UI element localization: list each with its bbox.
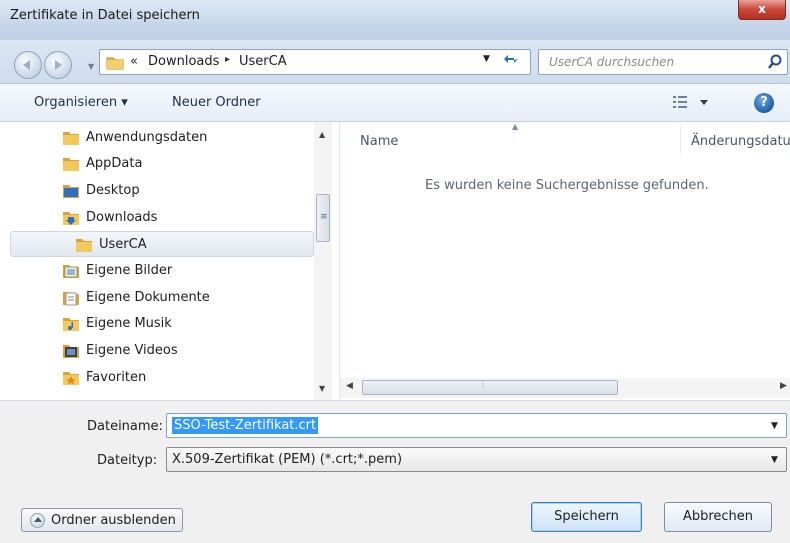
nav-item-eigene-musik[interactable]: Eigene Musik: [0, 311, 314, 337]
folder-icon: [63, 132, 79, 145]
refresh-icon: [504, 55, 518, 63]
folder-icon: [76, 239, 92, 252]
hide-folders-button[interactable]: Ordner ausblenden: [21, 508, 183, 532]
navigation-pane: Anwendungsdaten AppData Desktop Download…: [0, 122, 340, 400]
save-button[interactable]: Speichern: [531, 502, 642, 532]
forward-button[interactable]: [44, 51, 72, 79]
command-bar: Organisieren ▾ Neuer Ordner ?: [0, 84, 790, 122]
hide-folders-label: Ordner ausblenden: [51, 513, 176, 528]
nav-item-label: Eigene Videos: [86, 343, 178, 358]
scroll-left-icon[interactable]: ◀: [346, 381, 353, 391]
filetype-label: Dateityp:: [97, 453, 158, 468]
breadcrumb-overflow[interactable]: «: [130, 54, 138, 69]
breadcrumb-downloads[interactable]: Downloads: [148, 54, 219, 69]
nav-item-eigene-bilder[interactable]: Eigene Bilder: [0, 258, 314, 284]
folder-icon: [106, 57, 124, 70]
search-input[interactable]: [539, 50, 759, 74]
videos-folder-icon: [63, 345, 79, 358]
scroll-down-icon[interactable]: ▼: [319, 384, 325, 393]
back-button[interactable]: [14, 51, 42, 79]
nav-item-appdata[interactable]: AppData: [0, 151, 314, 177]
refresh-button[interactable]: [499, 51, 523, 73]
nav-item-eigene-dokumente[interactable]: Eigene Dokumente: [0, 285, 314, 311]
organize-menu[interactable]: Organisieren ▾: [34, 95, 128, 110]
nav-item-eigene-videos[interactable]: Eigene Videos: [0, 338, 314, 364]
view-list-icon: [673, 96, 708, 108]
scroll-thumb[interactable]: ≡: [316, 194, 330, 242]
nav-item-label: Favoriten: [86, 370, 147, 385]
title-bar: Zertifikate in Datei speichern x: [0, 0, 790, 40]
documents-folder-icon: [63, 292, 79, 306]
nav-item-favoriten[interactable]: Favoriten: [0, 365, 314, 391]
window-title: Zertifikate in Datei speichern: [10, 8, 200, 23]
collapse-up-icon: [30, 513, 45, 528]
nav-item-desktop[interactable]: Desktop: [0, 178, 314, 204]
nav-item-label: UserCA: [99, 237, 147, 252]
filename-value[interactable]: SSO-Test-Zertifikat.crt: [172, 417, 319, 434]
breadcrumb-userca[interactable]: UserCA: [239, 54, 287, 69]
grip-icon: ≡: [320, 212, 328, 222]
folder-icon: [63, 158, 79, 171]
view-options-button[interactable]: [672, 94, 716, 112]
address-dropdown-icon[interactable]: ▼: [483, 54, 490, 64]
downloads-folder-icon: [63, 212, 79, 225]
nav-item-userca[interactable]: UserCA: [10, 231, 314, 257]
column-header-name[interactable]: Name: [360, 134, 398, 149]
file-horizontal-scrollbar[interactable]: ◀ ⦙ ▶: [340, 378, 790, 398]
nav-item-downloads[interactable]: Downloads: [0, 205, 314, 231]
filetype-dropdown-icon[interactable]: ▼: [771, 455, 778, 465]
search-box: [538, 49, 788, 75]
column-divider[interactable]: [680, 126, 681, 154]
column-header-date[interactable]: Änderungsdatu: [691, 134, 790, 149]
nav-item-label: AppData: [86, 156, 143, 171]
address-bar[interactable]: « Downloads ▸ UserCA ▼: [99, 49, 531, 75]
nav-item-label: Eigene Bilder: [86, 263, 173, 278]
nav-item-label: Eigene Dokumente: [86, 290, 210, 305]
nav-item-label: Downloads: [86, 210, 158, 225]
desktop-folder-icon: [63, 185, 79, 198]
history-chevron-icon[interactable]: ▼: [88, 62, 94, 71]
nav-item-label: Desktop: [86, 183, 140, 198]
file-list[interactable]: Name ▲ Änderungsdatu Es wurden keine Suc…: [340, 122, 790, 378]
music-folder-icon: [63, 318, 79, 331]
empty-message: Es wurden keine Suchergebnisse gefunden.: [425, 178, 709, 193]
filename-dropdown-icon[interactable]: ▼: [771, 421, 778, 431]
nav-item-label: Eigene Musik: [86, 316, 172, 331]
favorites-folder-icon: [63, 372, 79, 385]
filename-field[interactable]: SSO-Test-Zertifikat.crt ▼: [166, 413, 787, 438]
nav-item-anwendungsdaten[interactable]: Anwendungsdaten: [0, 125, 314, 151]
close-button[interactable]: x: [738, 0, 786, 20]
scroll-thumb[interactable]: ⦙: [362, 380, 618, 395]
nav-vertical-scrollbar[interactable]: ▲ ≡ ▼: [314, 122, 332, 400]
pictures-folder-icon: [63, 265, 79, 278]
breadcrumb-separator[interactable]: ▸: [225, 54, 230, 65]
help-icon[interactable]: ?: [754, 93, 774, 113]
nav-item-label: Anwendungsdaten: [86, 130, 208, 145]
scroll-up-icon[interactable]: ▲: [319, 130, 325, 139]
filetype-select[interactable]: X.509-Zertifikat (PEM) (*.crt;*.pem) ▼: [166, 447, 787, 472]
new-folder-button[interactable]: Neuer Ordner: [172, 95, 261, 110]
filename-label: Dateiname:: [87, 419, 163, 434]
sort-ascending-icon: ▲: [512, 122, 519, 131]
search-icon[interactable]: [767, 54, 783, 70]
scroll-right-icon[interactable]: ▶: [780, 381, 787, 391]
cancel-button[interactable]: Abbrechen: [664, 502, 772, 532]
filetype-value: X.509-Zertifikat (PEM) (*.crt;*.pem): [172, 452, 403, 467]
grip-icon: ⦙: [482, 380, 485, 390]
